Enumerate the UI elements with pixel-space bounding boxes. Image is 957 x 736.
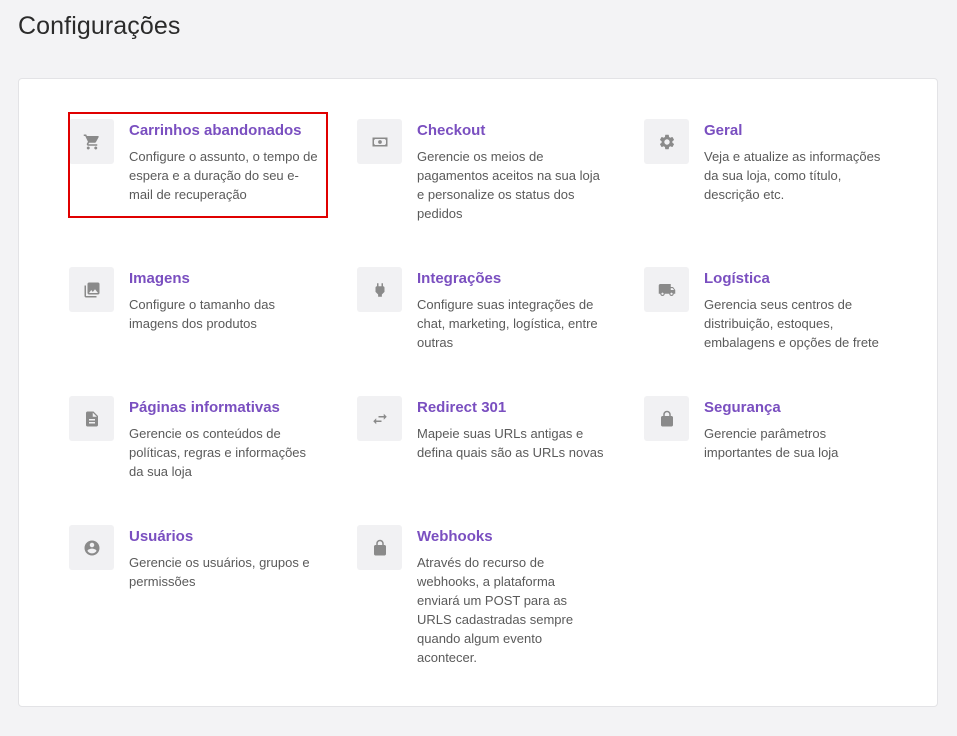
item-title[interactable]: Segurança xyxy=(704,399,894,417)
settings-item-general[interactable]: Geral Veja e atualize as informações da … xyxy=(644,119,894,204)
item-title[interactable]: Checkout xyxy=(417,122,607,140)
item-title[interactable]: Webhooks xyxy=(417,528,587,546)
money-icon xyxy=(357,119,402,164)
plug-icon xyxy=(357,267,402,312)
item-title[interactable]: Logística xyxy=(704,270,894,288)
item-description: Configure suas integrações de chat, mark… xyxy=(417,297,598,350)
lock-icon xyxy=(357,525,402,570)
settings-item-checkout[interactable]: Checkout Gerencie os meios de pagamentos… xyxy=(357,119,607,223)
settings-item-users[interactable]: Usuários Gerencie os usuários, grupos e … xyxy=(69,525,319,591)
item-description: Gerencie os conteúdos de políticas, regr… xyxy=(129,426,307,479)
item-description: Através do recurso de webhooks, a plataf… xyxy=(417,555,574,665)
item-title[interactable]: Usuários xyxy=(129,528,319,546)
item-description: Configure o assunto, o tempo de espera e… xyxy=(129,149,318,202)
settings-item-redirect-301[interactable]: Redirect 301 Mapeie suas URLs antigas e … xyxy=(357,396,607,462)
item-title[interactable]: Carrinhos abandonados xyxy=(129,122,319,140)
item-title[interactable]: Redirect 301 xyxy=(417,399,607,417)
gear-icon xyxy=(644,119,689,164)
settings-item-security[interactable]: Segurança Gerencie parâmetros importante… xyxy=(644,396,894,462)
cart-icon xyxy=(69,119,114,164)
item-description: Mapeie suas URLs antigas e defina quais … xyxy=(417,426,604,460)
document-icon xyxy=(69,396,114,441)
settings-item-logistics[interactable]: Logística Gerencia seus centros de distr… xyxy=(644,267,894,352)
item-description: Configure o tamanho das imagens dos prod… xyxy=(129,297,275,331)
item-title[interactable]: Integrações xyxy=(417,270,607,288)
item-title[interactable]: Páginas informativas xyxy=(129,399,319,417)
swap-arrows-icon xyxy=(357,396,402,441)
item-description: Gerencie os usuários, grupos e permissõe… xyxy=(129,555,310,589)
settings-item-integrations[interactable]: Integrações Configure suas integrações d… xyxy=(357,267,607,352)
item-description: Gerencie os meios de pagamentos aceitos … xyxy=(417,149,600,221)
settings-item-webhooks[interactable]: Webhooks Através do recurso de webhooks,… xyxy=(357,525,607,667)
item-title[interactable]: Imagens xyxy=(129,270,319,288)
images-icon xyxy=(69,267,114,312)
item-title[interactable]: Geral xyxy=(704,122,894,140)
settings-item-info-pages[interactable]: Páginas informativas Gerencie os conteúd… xyxy=(69,396,319,481)
page-title: Configurações xyxy=(18,12,181,40)
truck-icon xyxy=(644,267,689,312)
settings-item-abandoned-carts[interactable]: Carrinhos abandonados Configure o assunt… xyxy=(69,119,319,204)
item-description: Gerencie parâmetros importantes de sua l… xyxy=(704,426,839,460)
settings-item-images[interactable]: Imagens Configure o tamanho das imagens … xyxy=(69,267,319,333)
item-description: Veja e atualize as informações da sua lo… xyxy=(704,149,881,202)
user-circle-icon xyxy=(69,525,114,570)
item-description: Gerencia seus centros de distribuição, e… xyxy=(704,297,879,350)
lock-icon xyxy=(644,396,689,441)
